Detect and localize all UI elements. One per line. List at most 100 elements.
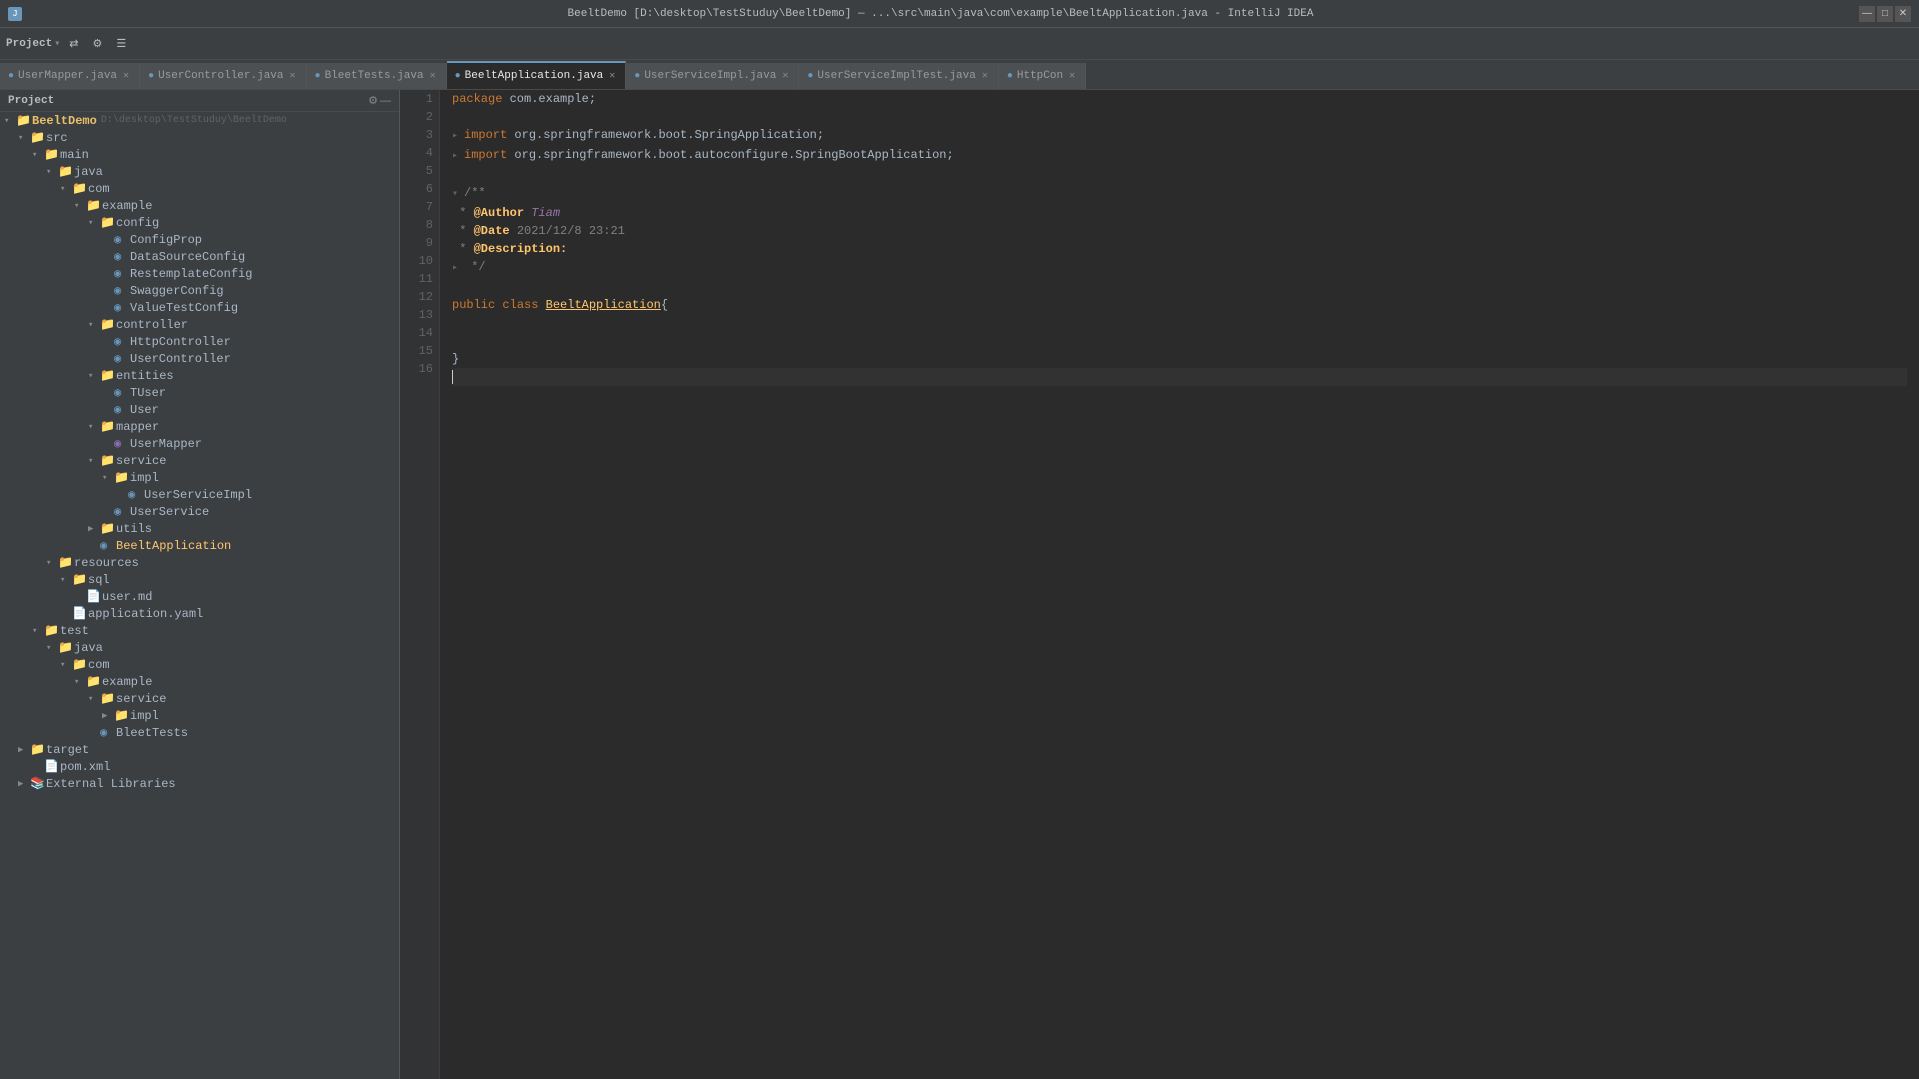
tree-item[interactable]: 📄pom.xml: [0, 758, 399, 775]
tree-item[interactable]: ◉HttpController: [0, 333, 399, 350]
tree-item[interactable]: ◉TUser: [0, 384, 399, 401]
sidebar-tool-collapse[interactable]: —: [380, 94, 391, 107]
fold-icon[interactable]: ▸: [452, 148, 464, 166]
tab-label: BleetTests.java: [325, 70, 424, 82]
fold-icon[interactable]: ▾: [452, 186, 464, 204]
tree-item[interactable]: ▶📚External Libraries: [0, 775, 399, 792]
tree-item[interactable]: ▾📁java: [0, 639, 399, 656]
close-button[interactable]: ✕: [1895, 6, 1911, 22]
lib-icon: 📚: [30, 776, 46, 791]
tab-close-icon[interactable]: ✕: [607, 69, 617, 83]
tab-icon: ●: [315, 71, 321, 82]
tree-item[interactable]: 📄application.yaml: [0, 605, 399, 622]
tree-item[interactable]: ▾📁test: [0, 622, 399, 639]
comment-token: *: [452, 224, 474, 238]
tree-item[interactable]: ▾📁resources: [0, 554, 399, 571]
tree-item[interactable]: ▾📁src: [0, 129, 399, 146]
tree-item[interactable]: ▾📁java: [0, 163, 399, 180]
toolbar-settings-btn[interactable]: ⚙: [87, 35, 107, 52]
sidebar-tool-gear[interactable]: ⚙: [368, 94, 378, 107]
tab-icon: ●: [455, 71, 461, 82]
tree-label: UserServiceImpl: [144, 488, 252, 502]
main-layout: Project ⚙ — ▾📁BeeltDemoD:\desktop\TestSt…: [0, 90, 1919, 1079]
toolbar-sync-btn[interactable]: ⇄: [64, 35, 83, 52]
expanded-arrow: ▾: [18, 133, 30, 143]
tree-item[interactable]: ◉User: [0, 401, 399, 418]
tab-close-icon[interactable]: ✕: [1067, 69, 1077, 83]
expanded-arrow: ▾: [88, 422, 100, 432]
tree-item[interactable]: ▾📁service: [0, 452, 399, 469]
expanded-arrow: ▾: [88, 694, 100, 704]
cursor: [452, 370, 460, 384]
tree-item[interactable]: ◉BeeltApplication: [0, 537, 399, 554]
class-icon: ◉: [114, 385, 130, 400]
tab-close-icon[interactable]: ✕: [288, 69, 298, 83]
classname-token: BeeltApplication: [546, 298, 661, 312]
sidebar-tree: ▾📁BeeltDemoD:\desktop\TestStuduy\BeeltDe…: [0, 112, 399, 792]
tree-item[interactable]: ◉SwaggerConfig: [0, 282, 399, 299]
tree-item[interactable]: ▾📁com: [0, 180, 399, 197]
sidebar-tools[interactable]: ⚙ —: [368, 94, 391, 107]
sidebar[interactable]: Project ⚙ — ▾📁BeeltDemoD:\desktop\TestSt…: [0, 90, 400, 1079]
tab-usermapperjava[interactable]: ●UserMapper.java✕: [0, 63, 140, 89]
tree-item[interactable]: ▾📁main: [0, 146, 399, 163]
tree-item[interactable]: ◉ConfigProp: [0, 231, 399, 248]
maximize-button[interactable]: □: [1877, 6, 1893, 22]
tree-item[interactable]: ◉UserServiceImpl: [0, 486, 399, 503]
tree-item[interactable]: ▶📁target: [0, 741, 399, 758]
tree-item[interactable]: ▾📁example: [0, 673, 399, 690]
project-dropdown-icon[interactable]: ▾: [54, 38, 60, 50]
expanded-arrow: ▾: [46, 558, 58, 568]
tab-httpcon[interactable]: ●HttpCon✕: [999, 63, 1086, 89]
tree-item[interactable]: ▶📁utils: [0, 520, 399, 537]
tree-item[interactable]: ▾📁impl: [0, 469, 399, 486]
tab-beeltapplicationjava[interactable]: ●BeeltApplication.java✕: [447, 61, 627, 89]
line-number: 3: [406, 126, 433, 144]
tree-item[interactable]: ▾📁config: [0, 214, 399, 231]
tree-label: service: [116, 454, 166, 468]
tab-close-icon[interactable]: ✕: [428, 69, 438, 83]
tree-item[interactable]: 📄user.md: [0, 588, 399, 605]
tree-item[interactable]: ◉RestemplateConfig: [0, 265, 399, 282]
tree-item[interactable]: ◉ValueTestConfig: [0, 299, 399, 316]
tree-label: src: [46, 131, 68, 145]
folder-icon: 📁: [100, 317, 116, 332]
fold-icon[interactable]: ▸: [452, 260, 464, 278]
tree-item[interactable]: ◉UserService: [0, 503, 399, 520]
toolbar-menu-btn[interactable]: ☰: [111, 35, 131, 52]
tree-item[interactable]: ▾📁example: [0, 197, 399, 214]
tree-item[interactable]: ◉UserController: [0, 350, 399, 367]
code-area[interactable]: package com.example; ▸import org.springf…: [440, 90, 1919, 1079]
tree-label: example: [102, 675, 152, 689]
expanded-arrow: ▾: [32, 150, 44, 160]
tab-userserviceimpljava[interactable]: ●UserServiceImpl.java✕: [626, 63, 799, 89]
tree-item[interactable]: ◉DataSourceConfig: [0, 248, 399, 265]
expanded-arrow: ▾: [32, 626, 44, 636]
tree-item[interactable]: ▾📁sql: [0, 571, 399, 588]
expanded-arrow: ▾: [60, 575, 72, 585]
tab-icon: ●: [1007, 71, 1013, 82]
tab-close-icon[interactable]: ✕: [121, 69, 131, 83]
tab-usercontrollerjava[interactable]: ●UserController.java✕: [140, 63, 306, 89]
code-line: ▾/**: [452, 184, 1907, 204]
tree-item[interactable]: ▾📁entities: [0, 367, 399, 384]
code-line: * @Author Tiam: [452, 204, 1907, 222]
tab-bleettestsjava[interactable]: ● BleetTests.java ✕: [307, 63, 447, 89]
line-number: 16: [406, 360, 433, 378]
tree-item[interactable]: ▾📁mapper: [0, 418, 399, 435]
tab-close-icon[interactable]: ✕: [980, 69, 990, 83]
fold-icon[interactable]: ▸: [452, 128, 464, 146]
tab-close-icon[interactable]: ✕: [780, 69, 790, 83]
tree-item[interactable]: ▶📁impl: [0, 707, 399, 724]
tab-userserviceimpltestjava[interactable]: ●UserServiceImplTest.java✕: [799, 63, 998, 89]
minimize-button[interactable]: —: [1859, 6, 1875, 22]
code-line: ▸import org.springframework.boot.SpringA…: [452, 126, 1907, 146]
tree-item[interactable]: ▾📁controller: [0, 316, 399, 333]
tree-item[interactable]: ▾📁com: [0, 656, 399, 673]
tree-item[interactable]: ◉BleetTests: [0, 724, 399, 741]
tree-item[interactable]: ▾📁service: [0, 690, 399, 707]
file-icon: 📄: [86, 589, 102, 604]
tree-item[interactable]: ◉UserMapper: [0, 435, 399, 452]
tree-item[interactable]: ▾📁BeeltDemoD:\desktop\TestStuduy\BeeltDe…: [0, 112, 399, 129]
window-controls[interactable]: — □ ✕: [1859, 6, 1911, 22]
